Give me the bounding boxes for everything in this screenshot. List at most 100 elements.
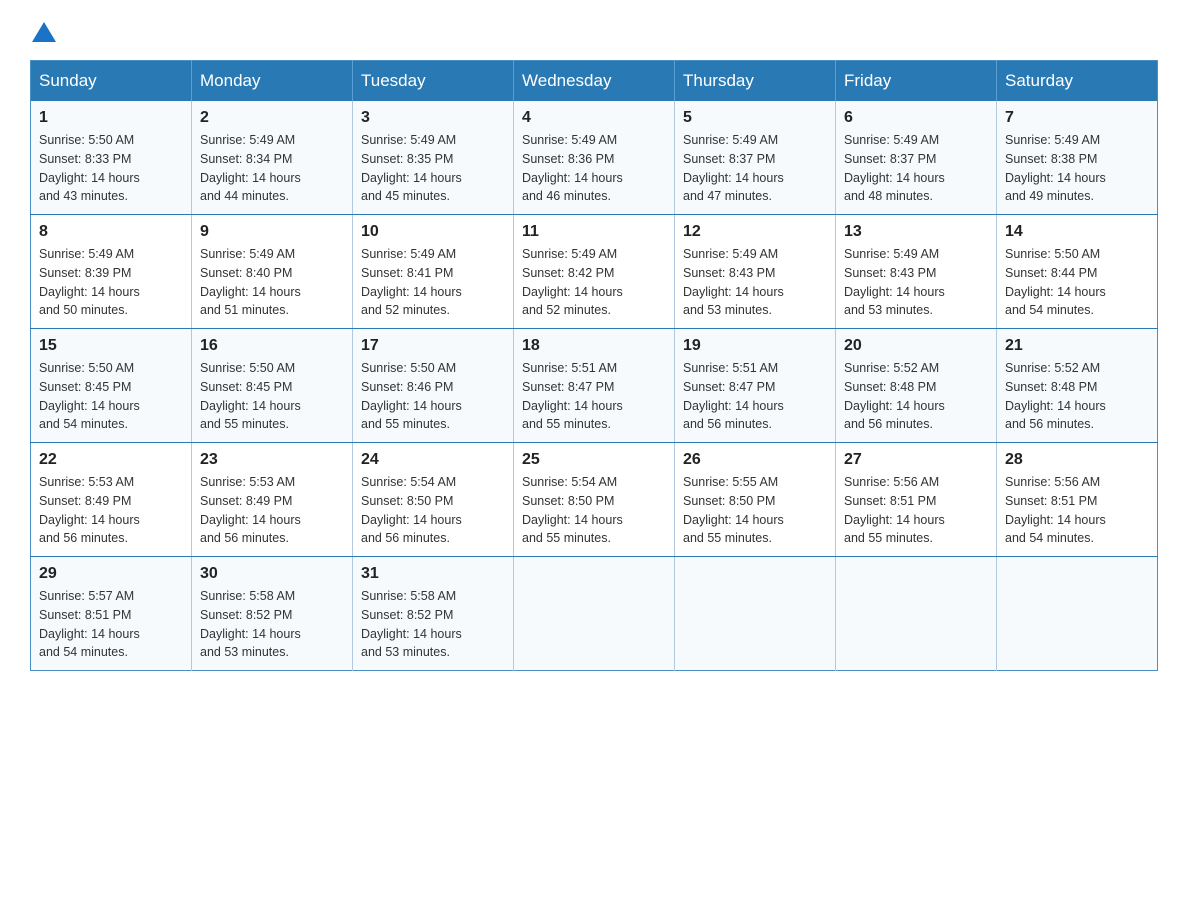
day-info: Sunrise: 5:51 AM Sunset: 8:47 PM Dayligh… bbox=[522, 359, 666, 434]
day-number: 30 bbox=[200, 565, 344, 583]
calendar-cell: 29 Sunrise: 5:57 AM Sunset: 8:51 PM Dayl… bbox=[31, 557, 192, 671]
calendar-table: SundayMondayTuesdayWednesdayThursdayFrid… bbox=[30, 60, 1158, 671]
day-info: Sunrise: 5:49 AM Sunset: 8:42 PM Dayligh… bbox=[522, 245, 666, 320]
day-number: 29 bbox=[39, 565, 183, 583]
weekday-header-friday: Friday bbox=[836, 61, 997, 102]
day-info: Sunrise: 5:50 AM Sunset: 8:45 PM Dayligh… bbox=[200, 359, 344, 434]
page-header bbox=[30, 20, 1158, 40]
day-info: Sunrise: 5:54 AM Sunset: 8:50 PM Dayligh… bbox=[522, 473, 666, 548]
day-info: Sunrise: 5:56 AM Sunset: 8:51 PM Dayligh… bbox=[1005, 473, 1149, 548]
calendar-cell: 24 Sunrise: 5:54 AM Sunset: 8:50 PM Dayl… bbox=[353, 443, 514, 557]
calendar-week-row: 29 Sunrise: 5:57 AM Sunset: 8:51 PM Dayl… bbox=[31, 557, 1158, 671]
day-number: 18 bbox=[522, 337, 666, 355]
day-info: Sunrise: 5:49 AM Sunset: 8:43 PM Dayligh… bbox=[844, 245, 988, 320]
weekday-header-wednesday: Wednesday bbox=[514, 61, 675, 102]
day-info: Sunrise: 5:49 AM Sunset: 8:41 PM Dayligh… bbox=[361, 245, 505, 320]
day-number: 10 bbox=[361, 223, 505, 241]
weekday-header-monday: Monday bbox=[192, 61, 353, 102]
calendar-week-row: 15 Sunrise: 5:50 AM Sunset: 8:45 PM Dayl… bbox=[31, 329, 1158, 443]
calendar-cell: 20 Sunrise: 5:52 AM Sunset: 8:48 PM Dayl… bbox=[836, 329, 997, 443]
calendar-cell: 10 Sunrise: 5:49 AM Sunset: 8:41 PM Dayl… bbox=[353, 215, 514, 329]
calendar-cell: 5 Sunrise: 5:49 AM Sunset: 8:37 PM Dayli… bbox=[675, 101, 836, 215]
day-number: 7 bbox=[1005, 109, 1149, 127]
weekday-header-sunday: Sunday bbox=[31, 61, 192, 102]
calendar-cell: 7 Sunrise: 5:49 AM Sunset: 8:38 PM Dayli… bbox=[997, 101, 1158, 215]
calendar-cell bbox=[675, 557, 836, 671]
day-info: Sunrise: 5:49 AM Sunset: 8:37 PM Dayligh… bbox=[844, 131, 988, 206]
day-number: 19 bbox=[683, 337, 827, 355]
day-number: 2 bbox=[200, 109, 344, 127]
calendar-cell: 4 Sunrise: 5:49 AM Sunset: 8:36 PM Dayli… bbox=[514, 101, 675, 215]
day-info: Sunrise: 5:58 AM Sunset: 8:52 PM Dayligh… bbox=[200, 587, 344, 662]
day-number: 21 bbox=[1005, 337, 1149, 355]
day-info: Sunrise: 5:50 AM Sunset: 8:46 PM Dayligh… bbox=[361, 359, 505, 434]
day-info: Sunrise: 5:52 AM Sunset: 8:48 PM Dayligh… bbox=[1005, 359, 1149, 434]
calendar-cell: 23 Sunrise: 5:53 AM Sunset: 8:49 PM Dayl… bbox=[192, 443, 353, 557]
weekday-header-saturday: Saturday bbox=[997, 61, 1158, 102]
calendar-cell: 2 Sunrise: 5:49 AM Sunset: 8:34 PM Dayli… bbox=[192, 101, 353, 215]
day-info: Sunrise: 5:56 AM Sunset: 8:51 PM Dayligh… bbox=[844, 473, 988, 548]
day-info: Sunrise: 5:49 AM Sunset: 8:39 PM Dayligh… bbox=[39, 245, 183, 320]
day-number: 17 bbox=[361, 337, 505, 355]
day-info: Sunrise: 5:50 AM Sunset: 8:33 PM Dayligh… bbox=[39, 131, 183, 206]
day-info: Sunrise: 5:49 AM Sunset: 8:40 PM Dayligh… bbox=[200, 245, 344, 320]
weekday-header-thursday: Thursday bbox=[675, 61, 836, 102]
day-info: Sunrise: 5:54 AM Sunset: 8:50 PM Dayligh… bbox=[361, 473, 505, 548]
logo-triangle-icon bbox=[32, 22, 56, 42]
calendar-cell: 13 Sunrise: 5:49 AM Sunset: 8:43 PM Dayl… bbox=[836, 215, 997, 329]
calendar-week-row: 1 Sunrise: 5:50 AM Sunset: 8:33 PM Dayli… bbox=[31, 101, 1158, 215]
day-info: Sunrise: 5:53 AM Sunset: 8:49 PM Dayligh… bbox=[39, 473, 183, 548]
day-number: 12 bbox=[683, 223, 827, 241]
calendar-cell: 12 Sunrise: 5:49 AM Sunset: 8:43 PM Dayl… bbox=[675, 215, 836, 329]
calendar-cell: 16 Sunrise: 5:50 AM Sunset: 8:45 PM Dayl… bbox=[192, 329, 353, 443]
day-info: Sunrise: 5:57 AM Sunset: 8:51 PM Dayligh… bbox=[39, 587, 183, 662]
calendar-cell bbox=[997, 557, 1158, 671]
day-number: 15 bbox=[39, 337, 183, 355]
day-number: 31 bbox=[361, 565, 505, 583]
day-info: Sunrise: 5:50 AM Sunset: 8:44 PM Dayligh… bbox=[1005, 245, 1149, 320]
calendar-cell: 11 Sunrise: 5:49 AM Sunset: 8:42 PM Dayl… bbox=[514, 215, 675, 329]
day-number: 26 bbox=[683, 451, 827, 469]
day-number: 20 bbox=[844, 337, 988, 355]
day-number: 25 bbox=[522, 451, 666, 469]
calendar-cell: 19 Sunrise: 5:51 AM Sunset: 8:47 PM Dayl… bbox=[675, 329, 836, 443]
day-info: Sunrise: 5:55 AM Sunset: 8:50 PM Dayligh… bbox=[683, 473, 827, 548]
day-number: 3 bbox=[361, 109, 505, 127]
day-number: 8 bbox=[39, 223, 183, 241]
calendar-cell: 30 Sunrise: 5:58 AM Sunset: 8:52 PM Dayl… bbox=[192, 557, 353, 671]
day-info: Sunrise: 5:50 AM Sunset: 8:45 PM Dayligh… bbox=[39, 359, 183, 434]
calendar-cell: 17 Sunrise: 5:50 AM Sunset: 8:46 PM Dayl… bbox=[353, 329, 514, 443]
calendar-cell: 3 Sunrise: 5:49 AM Sunset: 8:35 PM Dayli… bbox=[353, 101, 514, 215]
day-number: 28 bbox=[1005, 451, 1149, 469]
day-number: 23 bbox=[200, 451, 344, 469]
day-number: 6 bbox=[844, 109, 988, 127]
day-info: Sunrise: 5:49 AM Sunset: 8:37 PM Dayligh… bbox=[683, 131, 827, 206]
calendar-cell: 9 Sunrise: 5:49 AM Sunset: 8:40 PM Dayli… bbox=[192, 215, 353, 329]
day-info: Sunrise: 5:49 AM Sunset: 8:36 PM Dayligh… bbox=[522, 131, 666, 206]
day-number: 11 bbox=[522, 223, 666, 241]
weekday-header-tuesday: Tuesday bbox=[353, 61, 514, 102]
day-number: 24 bbox=[361, 451, 505, 469]
day-number: 4 bbox=[522, 109, 666, 127]
day-info: Sunrise: 5:51 AM Sunset: 8:47 PM Dayligh… bbox=[683, 359, 827, 434]
day-number: 14 bbox=[1005, 223, 1149, 241]
calendar-week-row: 8 Sunrise: 5:49 AM Sunset: 8:39 PM Dayli… bbox=[31, 215, 1158, 329]
day-info: Sunrise: 5:58 AM Sunset: 8:52 PM Dayligh… bbox=[361, 587, 505, 662]
day-number: 16 bbox=[200, 337, 344, 355]
calendar-cell bbox=[836, 557, 997, 671]
calendar-cell: 15 Sunrise: 5:50 AM Sunset: 8:45 PM Dayl… bbox=[31, 329, 192, 443]
day-number: 13 bbox=[844, 223, 988, 241]
day-number: 27 bbox=[844, 451, 988, 469]
calendar-cell: 8 Sunrise: 5:49 AM Sunset: 8:39 PM Dayli… bbox=[31, 215, 192, 329]
day-number: 9 bbox=[200, 223, 344, 241]
calendar-cell: 14 Sunrise: 5:50 AM Sunset: 8:44 PM Dayl… bbox=[997, 215, 1158, 329]
day-number: 1 bbox=[39, 109, 183, 127]
calendar-cell: 22 Sunrise: 5:53 AM Sunset: 8:49 PM Dayl… bbox=[31, 443, 192, 557]
day-info: Sunrise: 5:53 AM Sunset: 8:49 PM Dayligh… bbox=[200, 473, 344, 548]
calendar-cell: 18 Sunrise: 5:51 AM Sunset: 8:47 PM Dayl… bbox=[514, 329, 675, 443]
calendar-cell: 1 Sunrise: 5:50 AM Sunset: 8:33 PM Dayli… bbox=[31, 101, 192, 215]
calendar-cell bbox=[514, 557, 675, 671]
day-info: Sunrise: 5:52 AM Sunset: 8:48 PM Dayligh… bbox=[844, 359, 988, 434]
day-number: 5 bbox=[683, 109, 827, 127]
day-info: Sunrise: 5:49 AM Sunset: 8:35 PM Dayligh… bbox=[361, 131, 505, 206]
